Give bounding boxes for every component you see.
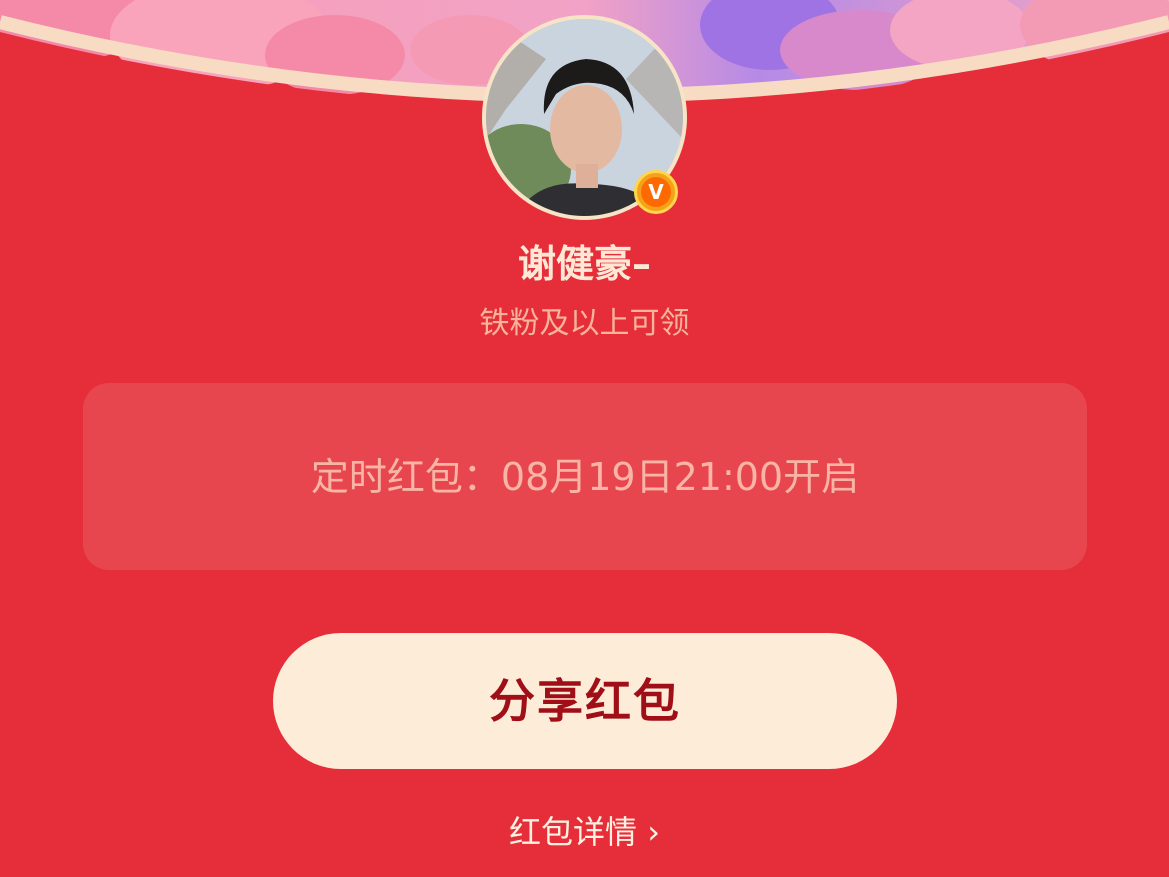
- share-redpacket-button[interactable]: 分享红包: [273, 633, 897, 769]
- timer-time: 08月19日21:00开启: [500, 454, 860, 499]
- claim-requirement: 铁粉及以上可领: [479, 306, 690, 341]
- sender-avatar-group: V: [482, 15, 687, 220]
- scheduled-time-text: 定时红包：08月19日21:00开启: [311, 452, 859, 502]
- chevron-right-icon: ›: [647, 813, 660, 851]
- details-label: 红包详情: [509, 813, 638, 851]
- share-button-label: 分享红包: [489, 674, 681, 728]
- sender-name: 谢健豪–: [517, 242, 651, 286]
- redpacket-details-link[interactable]: 红包详情 ›: [0, 808, 1169, 856]
- verified-badge-text: V: [641, 177, 671, 207]
- scheduled-redpacket-panel: 定时红包：08月19日21:00开启: [83, 383, 1087, 570]
- timer-label: 定时红包：: [310, 454, 501, 499]
- verified-badge-icon: V: [634, 170, 678, 214]
